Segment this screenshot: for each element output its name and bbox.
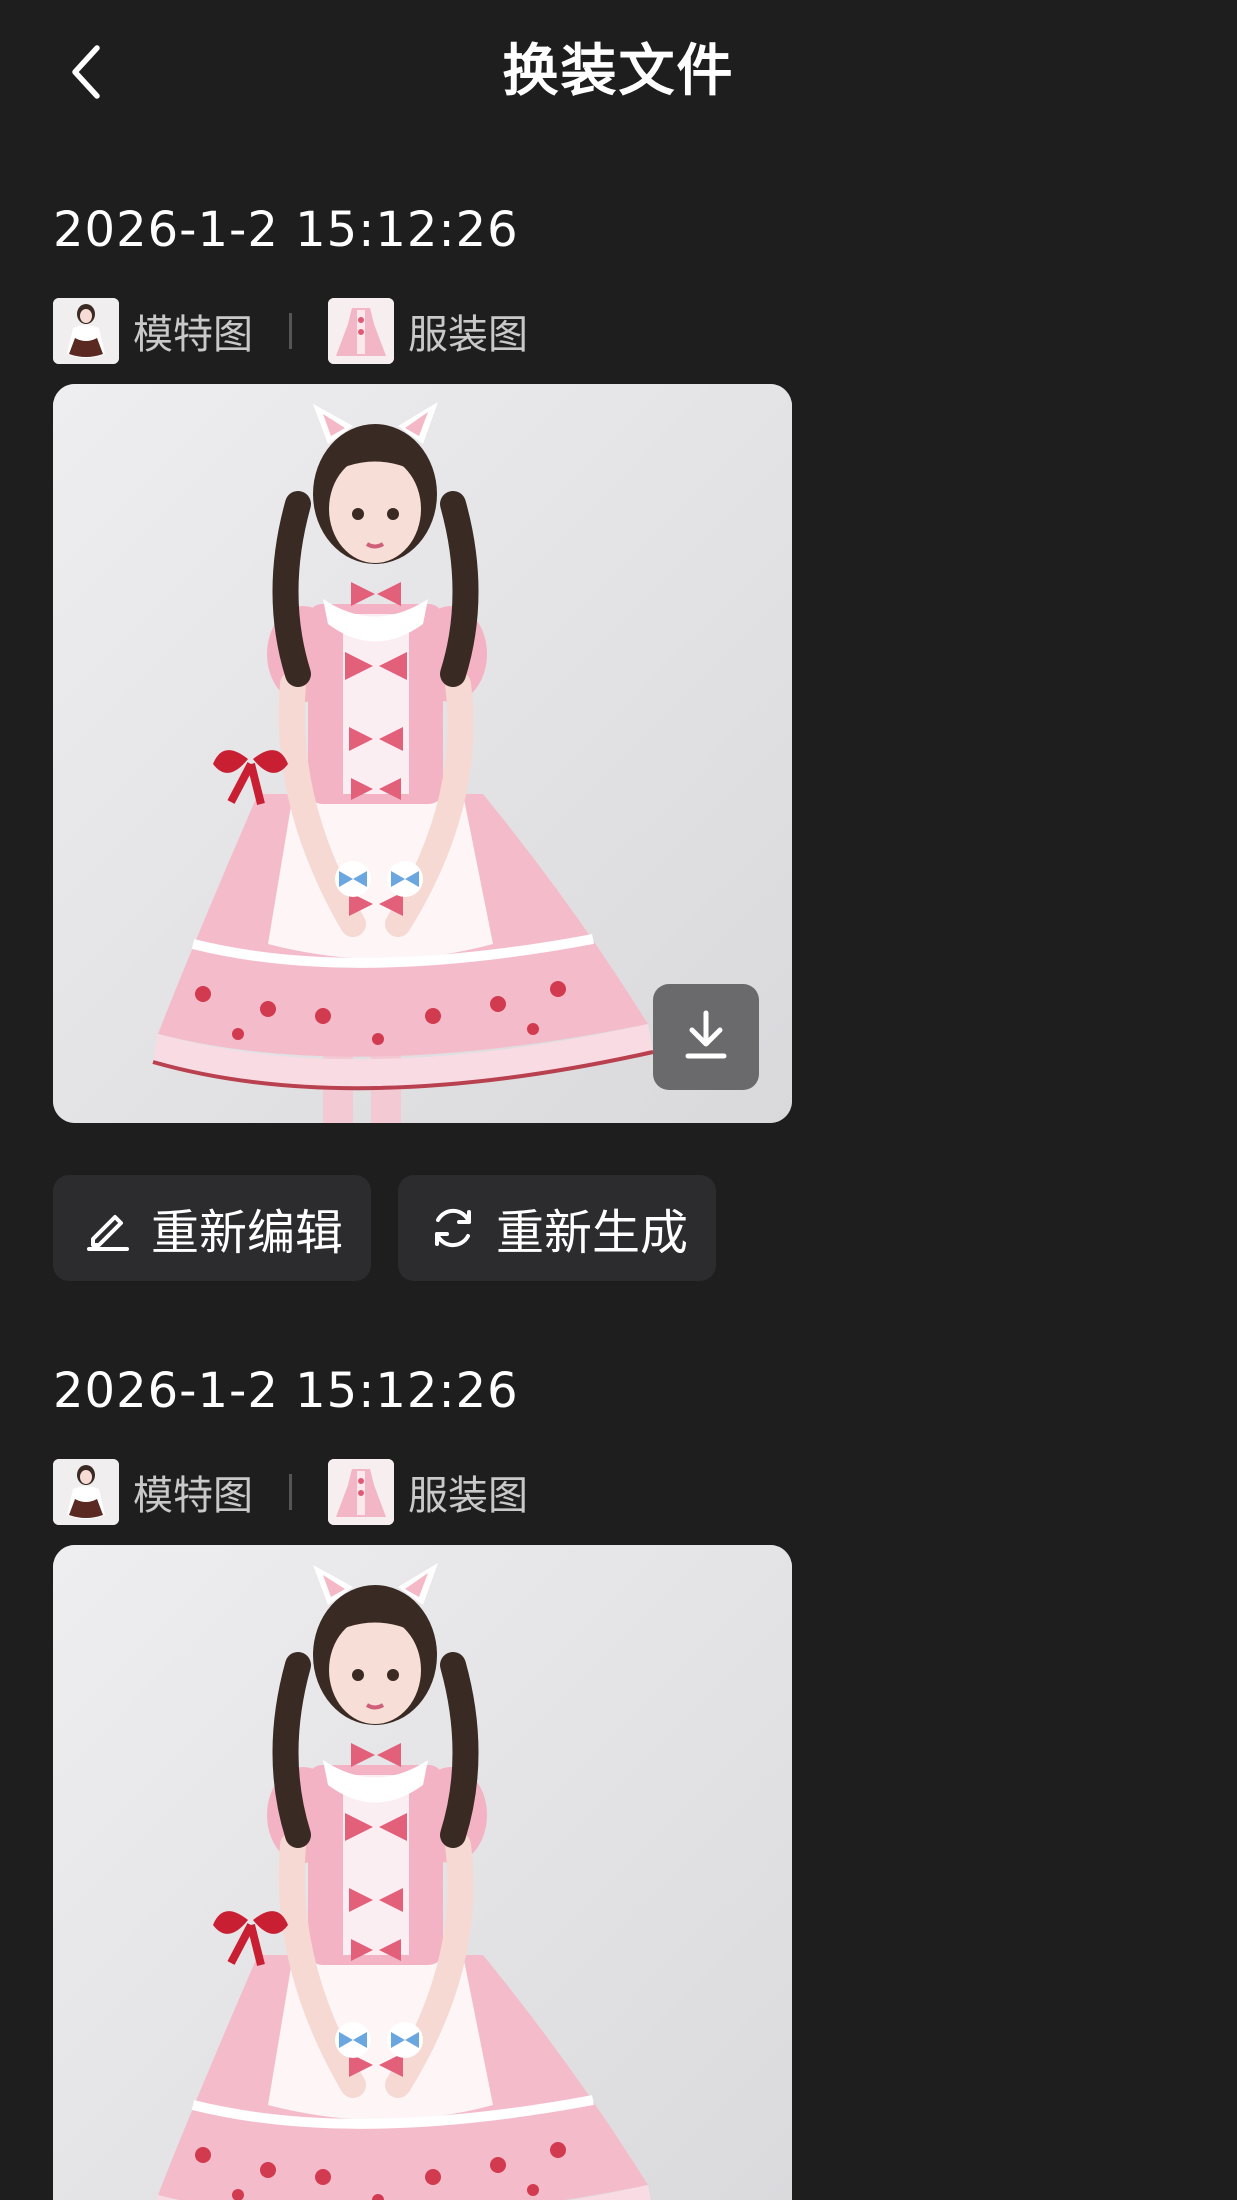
action-bar: 重新编辑 重新生成 — [53, 1175, 717, 1281]
refresh-icon — [428, 1203, 478, 1253]
regenerate-label: 重新生成 — [496, 1205, 689, 1261]
record-timestamp: 2026-1-2 15:12:26 — [53, 1363, 519, 1419]
model-thumbnail — [53, 1459, 119, 1525]
regenerate-button[interactable]: 重新生成 — [398, 1175, 717, 1281]
reference-images: 模特图 服装图 — [53, 298, 528, 364]
app-header: 换装文件 — [0, 0, 1237, 148]
clothing-image-label: 服装图 — [408, 312, 528, 358]
result-image[interactable] — [53, 1545, 792, 2200]
download-button[interactable] — [653, 984, 759, 1090]
re-edit-label: 重新编辑 — [151, 1205, 344, 1261]
download-icon — [682, 1009, 730, 1065]
clothing-thumbnail — [328, 298, 394, 364]
page-title: 换装文件 — [502, 39, 735, 104]
pencil-icon — [83, 1203, 133, 1253]
reference-images: 模特图 服装图 — [53, 1459, 528, 1525]
clothing-image-label: 服装图 — [408, 1473, 528, 1519]
result-image[interactable] — [53, 384, 792, 1123]
divider — [289, 1474, 292, 1510]
clothing-image-ref[interactable]: 服装图 — [328, 1459, 528, 1525]
model-image-label: 模特图 — [133, 1473, 253, 1519]
model-image-ref[interactable]: 模特图 — [53, 298, 253, 364]
re-edit-button[interactable]: 重新编辑 — [53, 1175, 372, 1281]
model-image-ref[interactable]: 模特图 — [53, 1459, 253, 1525]
model-thumbnail — [53, 298, 119, 364]
model-image-label: 模特图 — [133, 312, 253, 358]
clothing-image-ref[interactable]: 服装图 — [328, 298, 528, 364]
record-timestamp: 2026-1-2 15:12:26 — [53, 202, 519, 258]
clothing-thumbnail — [328, 1459, 394, 1525]
divider — [289, 313, 292, 349]
